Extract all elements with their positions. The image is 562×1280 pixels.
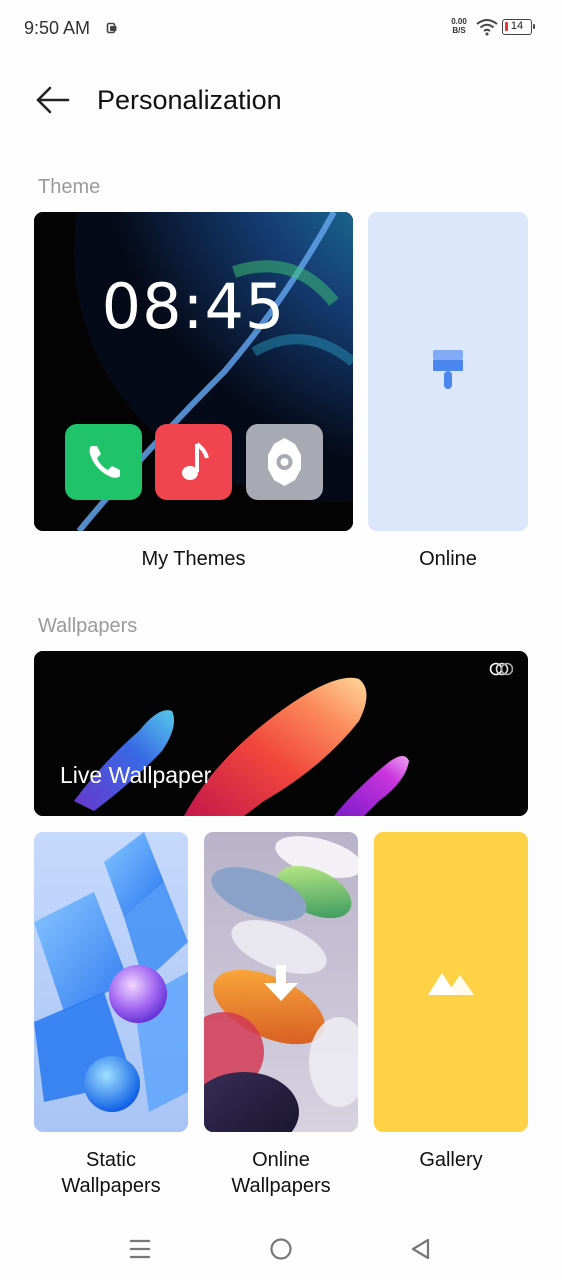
online-wallpapers-caption-line1: Online — [252, 1149, 310, 1171]
my-themes-card[interactable] — [34, 212, 353, 531]
theme-section-label: Theme — [38, 176, 101, 198]
network-speed-value: 0.00 — [451, 17, 467, 26]
network-speed-unit: B/S — [452, 26, 466, 35]
status-time: 9:50 AM — [24, 18, 91, 38]
live-wallpaper-label: Live Wallpaper — [60, 762, 212, 788]
music-app-tile — [155, 424, 232, 500]
static-wallpapers-caption: Static Wallpapers — [34, 1147, 188, 1199]
paint-brush-icon — [433, 350, 463, 389]
gallery-caption: Gallery — [419, 1149, 483, 1171]
live-wallpaper-card[interactable] — [34, 651, 528, 816]
online-themes-caption: Online — [419, 548, 477, 570]
menu-lines-icon[interactable] — [128, 1237, 152, 1261]
online-themes-card[interactable] — [368, 212, 528, 531]
settings-gear-icon — [268, 438, 301, 486]
wifi-icon — [476, 19, 498, 36]
static-wallpapers-caption-line2: Wallpapers — [61, 1175, 161, 1197]
battery-indicator: 14 — [502, 19, 535, 35]
music-note-icon — [182, 442, 209, 480]
static-wallpapers-card[interactable] — [34, 832, 188, 1132]
my-themes-caption: My Themes — [141, 548, 246, 570]
back-button[interactable] — [30, 80, 74, 120]
arrow-left-icon — [36, 86, 70, 114]
static-wallpaper-art — [34, 832, 188, 1132]
home-circle-icon[interactable] — [269, 1237, 293, 1261]
online-wallpapers-caption-line2: Wallpapers — [231, 1175, 331, 1197]
network-speed: 0.00 B/S — [448, 17, 470, 35]
download-arrow-icon — [264, 965, 298, 1001]
online-wallpapers-caption: Online Wallpapers — [204, 1147, 358, 1199]
back-triangle-icon[interactable] — [409, 1237, 433, 1261]
battery-level: 14 — [510, 20, 524, 32]
gallery-card[interactable] — [374, 832, 528, 1132]
phone-icon — [89, 446, 120, 478]
phone-app-tile — [65, 424, 142, 500]
page-title: Personalization — [97, 85, 282, 115]
notification-icon — [106, 22, 117, 34]
theme-preview-clock: 08:45 — [101, 270, 286, 343]
wallpapers-section-label: Wallpapers — [38, 615, 138, 637]
settings-app-tile — [246, 424, 323, 500]
live-indicator-icon — [489, 662, 513, 676]
online-wallpapers-card[interactable] — [204, 832, 358, 1132]
live-wallpaper-art — [34, 651, 528, 816]
static-wallpapers-caption-line1: Static — [85, 1149, 137, 1171]
mountain-image-icon — [428, 973, 474, 995]
